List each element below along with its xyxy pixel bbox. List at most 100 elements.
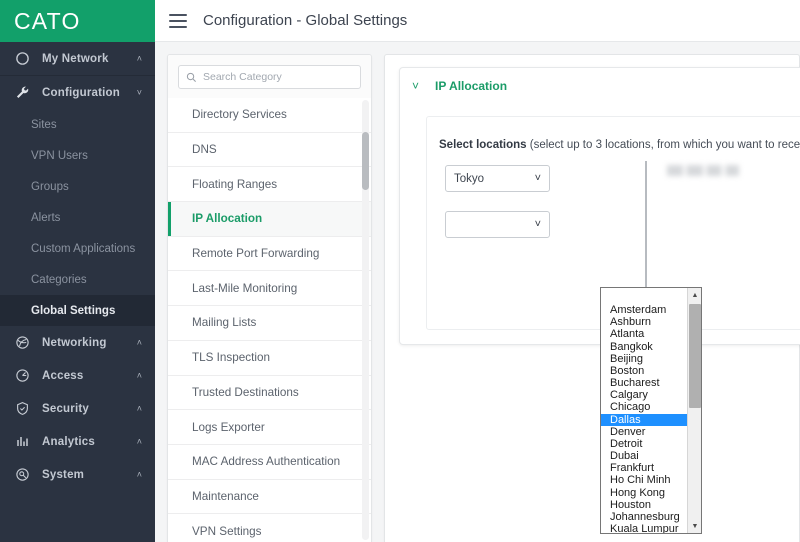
brand-name: CATO xyxy=(14,7,81,34)
redacted-ip-address xyxy=(667,165,739,176)
dropdown-option[interactable]: Chicago xyxy=(601,401,687,413)
sidebar-group-system[interactable]: System ˄ xyxy=(0,458,155,491)
location-select-column: Tokyo ˅ ˅ xyxy=(445,165,550,238)
sidebar-item-global-settings[interactable]: Global Settings xyxy=(0,295,155,326)
category-item-vpn-settings[interactable]: VPN Settings xyxy=(168,514,371,542)
triangle-up-icon[interactable]: ▲ xyxy=(688,288,701,302)
page-title: Configuration - Global Settings xyxy=(203,12,408,29)
category-item-label: Directory Services xyxy=(192,108,287,122)
dropdown-option[interactable]: Dubai xyxy=(601,450,687,462)
dropdown-option[interactable]: Amsterdam xyxy=(601,304,687,316)
category-item-label: Maintenance xyxy=(192,489,259,503)
sidebar-group-security[interactable]: Security ˄ xyxy=(0,392,155,425)
sidebar-group-my-network[interactable]: My Network ˄ xyxy=(0,42,155,75)
category-item-mailing-lists[interactable]: Mailing Lists xyxy=(168,306,371,341)
sidebar-item-label: Custom Applications xyxy=(31,242,136,255)
location-select-1[interactable]: Tokyo ˅ xyxy=(445,165,550,192)
scrollbar-thumb[interactable] xyxy=(362,132,369,190)
sidebar-group-configuration[interactable]: Configuration ˅ xyxy=(0,76,155,109)
category-item-last-mile-monitoring[interactable]: Last-Mile Monitoring xyxy=(168,271,371,307)
circle-icon xyxy=(12,49,32,69)
dropdown-option[interactable]: Boston xyxy=(601,365,687,377)
category-item-ip-allocation[interactable]: IP Allocation xyxy=(168,202,371,237)
wrench-icon xyxy=(12,83,32,103)
category-item-label: MAC Address Authentication xyxy=(192,455,341,469)
sidebar-item-alerts[interactable]: Alerts xyxy=(0,202,155,233)
sidebar-group-access[interactable]: Access ˄ xyxy=(0,359,155,392)
card-title: IP Allocation xyxy=(435,79,508,93)
content-panel: ˅ IP Allocation Select locations (select… xyxy=(384,54,800,542)
dropdown-option[interactable]: Kuala Lumpur xyxy=(601,523,687,533)
locations-instruction: Select locations (select up to 3 locatio… xyxy=(439,139,800,151)
category-item-maintenance[interactable]: Maintenance xyxy=(168,479,371,515)
chevron-down-icon: ˅ xyxy=(534,218,541,230)
dropdown-option[interactable]: Bucharest xyxy=(601,377,687,389)
sidebar-group-networking[interactable]: Networking ˄ xyxy=(0,326,155,359)
sidebar-group-label: Analytics xyxy=(42,435,95,448)
dropdown-option[interactable]: Beijing xyxy=(601,353,687,365)
hamburger-icon[interactable] xyxy=(169,13,187,28)
category-item-label: Remote Port Forwarding xyxy=(192,247,320,261)
category-item-mac-address-authentication[interactable]: MAC Address Authentication xyxy=(168,444,371,480)
dropdown-option[interactable]: Frankfurt xyxy=(601,462,687,474)
triangle-down-icon[interactable]: ▼ xyxy=(688,519,701,533)
sidebar-item-sites[interactable]: Sites xyxy=(0,109,155,140)
category-item-directory-services[interactable]: Directory Services xyxy=(168,98,371,133)
category-item-remote-port-forwarding[interactable]: Remote Port Forwarding xyxy=(168,236,371,272)
sidebar-item-vpn-users[interactable]: VPN Users xyxy=(0,140,155,171)
network-icon xyxy=(12,333,32,353)
sidebar-group-label: Networking xyxy=(42,336,107,349)
chevron-up-icon: ˄ xyxy=(136,469,142,479)
chevron-up-icon: ˄ xyxy=(136,436,142,446)
sidebar-item-groups[interactable]: Groups xyxy=(0,171,155,202)
dropdown-option[interactable]: Denver xyxy=(601,426,687,438)
category-item-dns[interactable]: DNS xyxy=(168,132,371,168)
dropdown-option[interactable]: Detroit xyxy=(601,438,687,450)
scrollbar-thumb[interactable] xyxy=(689,304,701,408)
sidebar-group-label: Access xyxy=(42,369,84,382)
category-search-wrap xyxy=(168,55,371,98)
category-item-label: Trusted Destinations xyxy=(192,385,299,399)
dropdown-option[interactable]: Houston xyxy=(601,499,687,511)
dropdown-option-selected[interactable]: Dallas xyxy=(601,413,687,426)
location-select-2[interactable]: ˅ xyxy=(445,211,550,238)
dropdown-option[interactable]: Atlanta xyxy=(601,328,687,340)
dropdown-option[interactable]: Johannesburg xyxy=(601,511,687,523)
sidebar-item-categories[interactable]: Categories xyxy=(0,264,155,295)
sidebar-group-analytics[interactable]: Analytics ˄ xyxy=(0,425,155,458)
chevron-down-icon[interactable]: ˅ xyxy=(412,80,419,92)
dropdown-option[interactable]: Ho Chi Minh xyxy=(601,474,687,486)
sidebar-item-label: VPN Users xyxy=(31,149,88,162)
category-item-trusted-destinations[interactable]: Trusted Destinations xyxy=(168,375,371,411)
category-item-tls-inspection[interactable]: TLS Inspection xyxy=(168,340,371,376)
sidebar-item-label: Sites xyxy=(31,118,57,131)
search-box[interactable] xyxy=(178,65,361,89)
category-item-label: Mailing Lists xyxy=(192,316,257,330)
chevron-down-icon: ˅ xyxy=(534,172,541,184)
category-list: Directory Services DNS Floating Ranges I… xyxy=(168,98,371,542)
dropdown-option[interactable]: Ashburn xyxy=(601,316,687,328)
category-item-floating-ranges[interactable]: Floating Ranges xyxy=(168,167,371,203)
category-item-label: Floating Ranges xyxy=(192,177,278,191)
category-list-scrollbar[interactable] xyxy=(362,100,369,540)
category-item-logs-exporter[interactable]: Logs Exporter xyxy=(168,410,371,445)
sidebar-item-label: Categories xyxy=(31,273,87,286)
sidebar-item-custom-applications[interactable]: Custom Applications xyxy=(0,233,155,264)
brand-logo[interactable]: CATO xyxy=(0,0,155,42)
access-icon xyxy=(12,366,32,386)
sidebar-group-label: System xyxy=(42,468,85,481)
body-area: Directory Services DNS Floating Ranges I… xyxy=(155,42,800,542)
category-item-label: TLS Inspection xyxy=(192,351,270,365)
category-item-label: VPN Settings xyxy=(192,524,262,538)
dropdown-scrollbar[interactable]: ▲ ▼ xyxy=(687,288,701,533)
dropdown-option[interactable]: Hong Kong xyxy=(601,487,687,499)
chevron-down-icon: ˅ xyxy=(136,87,142,97)
dropdown-option[interactable]: Bangkok xyxy=(601,341,687,353)
search-input[interactable] xyxy=(203,71,353,83)
location-dropdown-list[interactable]: Amsterdam Ashburn Atlanta Bangkok Beijin… xyxy=(600,287,702,534)
bar-chart-icon xyxy=(12,432,32,452)
sidebar: CATO My Network ˄ Configuration ˅ Sites … xyxy=(0,0,155,542)
dropdown-option[interactable]: Calgary xyxy=(601,389,687,401)
locations-instruction-rest: (select up to 3 locations, from which yo… xyxy=(529,139,800,151)
shield-icon xyxy=(12,399,32,419)
